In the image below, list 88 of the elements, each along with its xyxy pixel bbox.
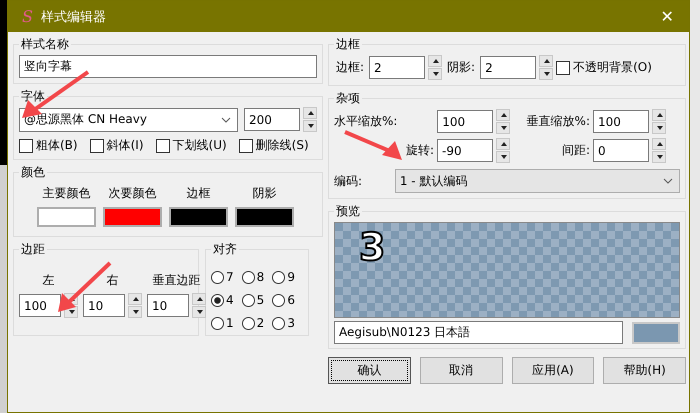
color-swatch[interactable] [235,207,294,227]
radio-label: 5 [256,293,264,307]
checkbox-label: 粗体(B) [36,137,78,154]
group-label: 对齐 [212,241,238,258]
dialog-button[interactable]: 取消 [420,357,502,384]
radio-label: 2 [256,316,264,330]
number-field[interactable]: 100 [593,110,649,133]
group-label: 杂项 [335,90,361,107]
radio-button[interactable] [242,270,255,284]
color-swatch[interactable] [37,207,96,227]
spin-buttons[interactable] [428,55,442,80]
checkbox-label: 斜体(I) [106,137,144,154]
radio-label: 6 [287,293,295,307]
radio-button[interactable] [272,294,286,306]
color-label: 阴影 [252,185,276,202]
chevron-down-icon [221,116,231,122]
checkbox[interactable] [156,138,170,152]
number-field[interactable]: -90 [437,139,493,162]
radio-label: 7 [226,270,234,284]
checkbox[interactable] [90,138,104,152]
spin-buttons[interactable] [496,138,510,163]
outline-field[interactable]: 2 [369,56,426,79]
field-label: 垂直边距 [152,272,200,289]
spin-buttons[interactable] [128,293,142,318]
checkbox-label: 下划线(U) [172,137,227,154]
field-label: 右 [106,272,118,289]
number-field[interactable]: 100 [437,110,494,133]
app-icon: S [22,7,33,26]
radio-button[interactable] [211,294,224,306]
checkbox[interactable] [19,138,33,152]
spin-buttons[interactable] [303,107,317,132]
radio-label: 4 [226,293,234,307]
field-label: 左 [42,272,54,289]
field-label: 旋转: [406,142,434,159]
group-label: 预览 [335,203,361,220]
radio-button[interactable] [272,270,286,284]
group-label: 边距 [20,241,46,258]
window-title: 样式编辑器 [40,8,107,26]
spin-buttons[interactable] [496,109,510,134]
radio-button[interactable] [211,316,224,330]
margin-field[interactable]: 10 [83,294,125,317]
radio-label: 3 [287,316,295,330]
checkbox-label: 不透明背景(O) [573,59,652,76]
color-swatch[interactable] [169,207,228,227]
number-field[interactable]: 0 [593,139,649,162]
spin-buttons[interactable] [539,55,554,80]
dialog-button[interactable]: 应用(A) [512,357,594,384]
checkbox-label: 删除线(S) [256,137,309,154]
group-label: 字体 [20,88,46,105]
field-label: 间距: [560,142,590,159]
spin-buttons[interactable] [652,138,666,163]
shadow-field[interactable]: 2 [480,56,536,79]
radio-button[interactable] [211,270,224,284]
dialog-button[interactable]: 帮助(H) [603,357,686,384]
annotation-arrow [344,130,402,160]
color-label: 边框 [186,185,210,202]
spin-buttons[interactable] [652,109,666,134]
group-label: 颜色 [20,164,46,181]
radio-label: 1 [226,316,234,330]
background-color-button[interactable] [632,322,680,344]
dialog-button[interactable]: 确认 [328,357,411,384]
color-label: 次要颜色 [108,185,156,202]
color-swatch[interactable] [103,207,162,227]
font-size-field[interactable]: 200 [244,108,300,131]
preview-text: 3 [359,225,386,269]
field-label: 编码: [334,172,364,190]
checkbox[interactable] [556,60,570,74]
close-button[interactable]: ✕ [645,1,689,32]
radio-button[interactable] [242,316,255,330]
field-label: 阴影: [447,59,476,76]
field-label: 边框: [336,59,364,76]
margin-field[interactable]: 10 [147,294,189,317]
style-name-field[interactable]: 竖向字幕 [19,55,317,78]
group-label: 样式名称 [20,36,70,53]
radio-button[interactable] [242,294,255,306]
spin-buttons[interactable] [192,293,206,318]
radio-label: 9 [287,270,295,284]
radio-label: 8 [256,270,264,284]
chevron-down-icon [663,178,673,184]
radio-button[interactable] [272,316,286,330]
field-label: 垂直缩放%: [526,113,590,130]
margin-field[interactable]: 100 [19,294,61,317]
encoding-dropdown[interactable]: 1 - 默认编码 [394,169,680,193]
field-label: 水平缩放%: [334,113,398,130]
color-label: 主要颜色 [42,185,90,202]
checkbox[interactable] [238,138,253,152]
group-label: 边框 [335,36,361,53]
preview-text-field[interactable]: Aegisub\N0123 日本語 [334,321,624,344]
